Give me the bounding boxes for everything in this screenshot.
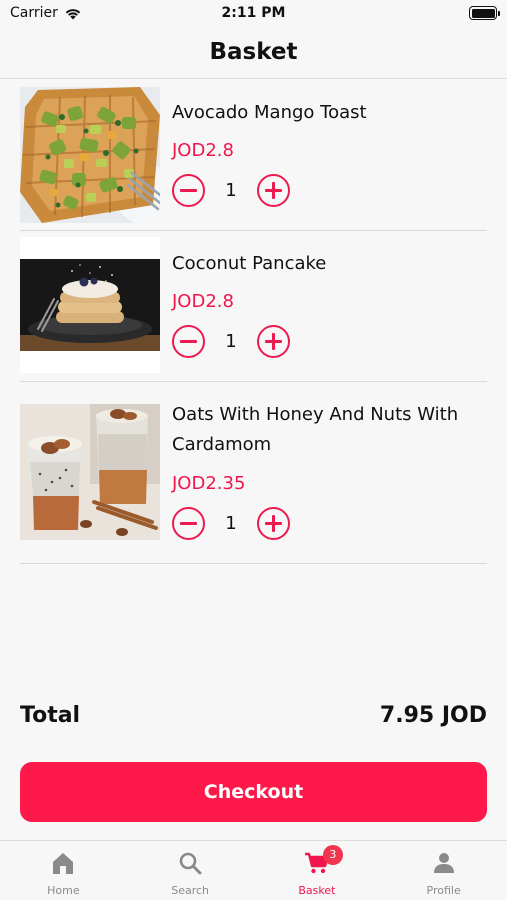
increase-quantity-button[interactable] (257, 325, 290, 358)
basket-item: Oats With Honey And Nuts With Cardamom J… (20, 382, 487, 564)
item-name: Avocado Mango Toast (172, 102, 367, 123)
item-price: JOD2.8 (172, 291, 234, 312)
quantity-value: 1 (225, 513, 237, 534)
tab-label: Basket (298, 884, 336, 897)
quantity-stepper: 1 (172, 174, 290, 207)
tab-label: Home (47, 884, 80, 897)
item-price: JOD2.35 (172, 473, 246, 494)
tab-home[interactable]: Home (0, 841, 127, 900)
item-price: JOD2.8 (172, 140, 234, 161)
coconut-pancake-photo (20, 237, 160, 373)
status-time: 2:11 PM (221, 5, 286, 21)
avocado-toast-photo (20, 87, 160, 223)
quantity-value: 1 (225, 331, 237, 352)
item-name: Coconut Pancake (172, 253, 327, 274)
status-bar: Carrier 2:11 PM (0, 0, 507, 28)
tab-search[interactable]: Search (127, 841, 254, 900)
total-row: Total 7.95 JOD (20, 703, 487, 733)
checkout-button[interactable]: Checkout (20, 762, 487, 822)
tab-label: Profile (426, 884, 461, 897)
tab-label: Search (171, 884, 210, 897)
page-title: Basket (209, 39, 298, 65)
item-name: Oats With Honey And Nuts With Cardamom (172, 404, 459, 455)
total-value: 7.95 JOD (379, 703, 487, 728)
increase-quantity-button[interactable] (257, 174, 290, 207)
decrease-quantity-button[interactable] (172, 325, 205, 358)
basket-item: Avocado Mango Toast JOD2.8 1 (20, 80, 487, 231)
battery-icon (469, 6, 500, 20)
quantity-stepper: 1 (172, 507, 290, 540)
increase-quantity-button[interactable] (257, 507, 290, 540)
total-label: Total (20, 703, 81, 728)
basket-item: Coconut Pancake JOD2.8 1 (20, 231, 487, 382)
search-icon (179, 852, 202, 875)
decrease-quantity-button[interactable] (172, 507, 205, 540)
tab-profile[interactable]: Profile (380, 841, 507, 900)
cart-count-badge: 3 (322, 845, 343, 865)
tab-basket[interactable]: 3 Basket (254, 841, 381, 900)
person-icon (433, 853, 454, 873)
nav-header: Basket (0, 28, 507, 79)
quantity-value: 1 (225, 180, 237, 201)
oats-jar-photo (20, 404, 160, 540)
home-icon (53, 853, 74, 874)
tab-bar: Home Search 3 Basket Profile (0, 840, 507, 900)
decrease-quantity-button[interactable] (172, 174, 205, 207)
quantity-stepper: 1 (172, 325, 290, 358)
